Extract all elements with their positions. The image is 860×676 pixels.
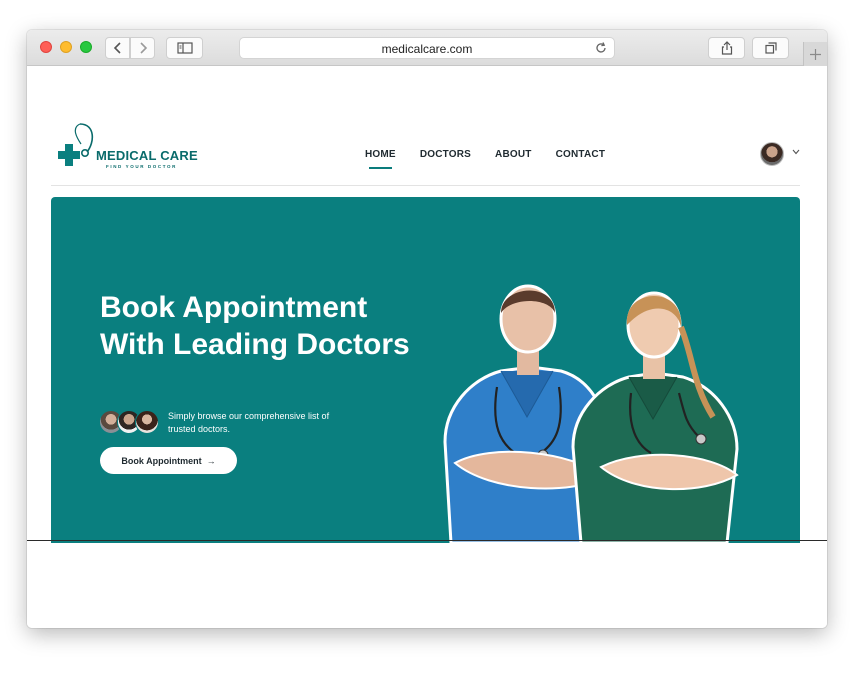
hero-title: Book Appointment With Leading Doctors (100, 291, 410, 361)
nav-home[interactable]: HOME (365, 149, 396, 169)
logo-title: MEDICAL CARE (96, 148, 198, 163)
back-button[interactable] (105, 37, 130, 59)
doctors-illustration (443, 284, 739, 543)
doctor-right-figure (571, 291, 739, 543)
nav-doctors[interactable]: DOCTORS (420, 149, 471, 169)
forward-button[interactable] (130, 37, 155, 59)
sidebar-toggle-button[interactable] (166, 37, 203, 59)
arrow-right-icon: → (206, 455, 216, 466)
back-icon (113, 42, 121, 54)
nav-about[interactable]: ABOUT (495, 149, 532, 169)
zoom-window-button[interactable] (80, 41, 92, 53)
new-tab-icon (810, 48, 821, 60)
forward-icon (139, 42, 147, 54)
nav-contact[interactable]: CONTACT (556, 149, 606, 169)
user-avatar[interactable] (760, 142, 784, 166)
address-bar[interactable]: medicalcare.com (239, 37, 615, 59)
new-tab-button[interactable] (803, 42, 827, 66)
site-logo[interactable]: MEDICAL CARE FIND YOUR DOCTOR (51, 122, 201, 172)
medical-cross-icon (58, 123, 94, 166)
hero-description: Simply browse our comprehensive list of … (168, 411, 330, 434)
doctor-avatar-group (99, 410, 161, 436)
tabs-icon (764, 42, 777, 54)
hero-banner: Book Appointment With Leading Doctors Si… (51, 197, 800, 543)
reload-icon[interactable] (594, 41, 608, 55)
book-appointment-button[interactable]: Book Appointment → (100, 447, 237, 474)
tab-overview-button[interactable] (752, 37, 789, 59)
header-divider (51, 185, 800, 186)
page-fold-line (27, 540, 827, 541)
web-page: MEDICAL CARE FIND YOUR DOCTOR HOME DOCTO… (27, 67, 827, 628)
doctor-avatar (135, 410, 159, 434)
main-navigation: HOME DOCTORS ABOUT CONTACT (365, 149, 629, 169)
share-button[interactable] (708, 37, 745, 59)
book-appointment-label: Book Appointment (121, 455, 202, 466)
url-text: medicalcare.com (381, 42, 473, 56)
chevron-down-icon[interactable] (792, 149, 800, 155)
close-window-button[interactable] (40, 41, 52, 53)
logo-subtitle: FIND YOUR DOCTOR (106, 164, 177, 169)
sidebar-icon (176, 42, 193, 54)
share-icon (721, 41, 732, 55)
browser-window: medicalcare.com MEDICAL CARE FIND YOUR D… (27, 30, 827, 628)
minimize-window-button[interactable] (60, 41, 72, 53)
browser-toolbar: medicalcare.com (27, 30, 827, 66)
